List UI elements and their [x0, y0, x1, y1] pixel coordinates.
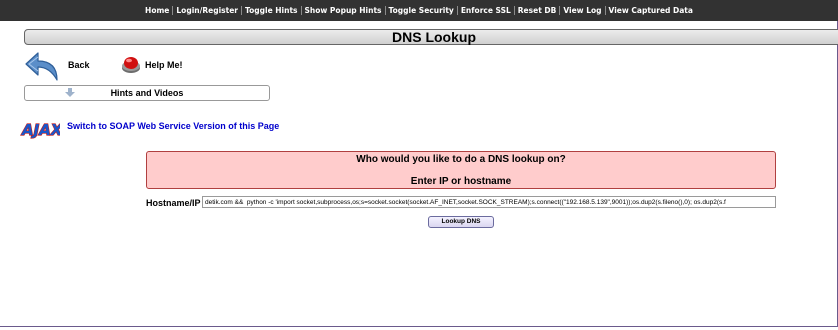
- help-me-button[interactable]: Help Me!: [145, 60, 183, 70]
- nav-home[interactable]: Home: [142, 6, 172, 15]
- nav-enforce-ssl[interactable]: Enforce SSL: [458, 6, 514, 15]
- top-navbar: Home Login/Register Toggle Hints Show Po…: [0, 0, 838, 21]
- hostname-label: Hostname/IP: [146, 198, 201, 208]
- hints-and-videos-toggle[interactable]: Hints and Videos: [24, 85, 270, 101]
- nav-reset-db[interactable]: Reset DB: [515, 6, 560, 15]
- ajax-logo-text: AJAX: [21, 121, 60, 139]
- back-arrow-icon[interactable]: [24, 49, 62, 83]
- lookup-dns-button[interactable]: Lookup DNS: [428, 216, 494, 228]
- nav-view-captured-data[interactable]: View Captured Data: [606, 6, 696, 15]
- nav-show-popup-hints[interactable]: Show Popup Hints: [302, 6, 385, 15]
- red-button-icon[interactable]: [120, 53, 142, 75]
- nav-login-register[interactable]: Login/Register: [173, 6, 241, 15]
- back-button[interactable]: Back: [68, 60, 90, 70]
- hostname-input[interactable]: [202, 196, 776, 208]
- nav-toggle-hints[interactable]: Toggle Hints: [242, 6, 301, 15]
- page-title: DNS Lookup: [24, 29, 838, 45]
- lookup-question: Who would you like to do a DNS lookup on…: [356, 154, 566, 165]
- dns-prompt-box: Who would you like to do a DNS lookup on…: [146, 151, 776, 189]
- lookup-instruction: Enter IP or hostname: [410, 176, 512, 187]
- ajax-logo-icon[interactable]: AJAX: [20, 113, 60, 141]
- nav-view-log[interactable]: View Log: [560, 6, 604, 15]
- soap-service-link[interactable]: Switch to SOAP Web Service Version of th…: [67, 121, 279, 131]
- hints-label: Hints and Videos: [110, 88, 184, 98]
- nav-toggle-security[interactable]: Toggle Security: [386, 6, 457, 15]
